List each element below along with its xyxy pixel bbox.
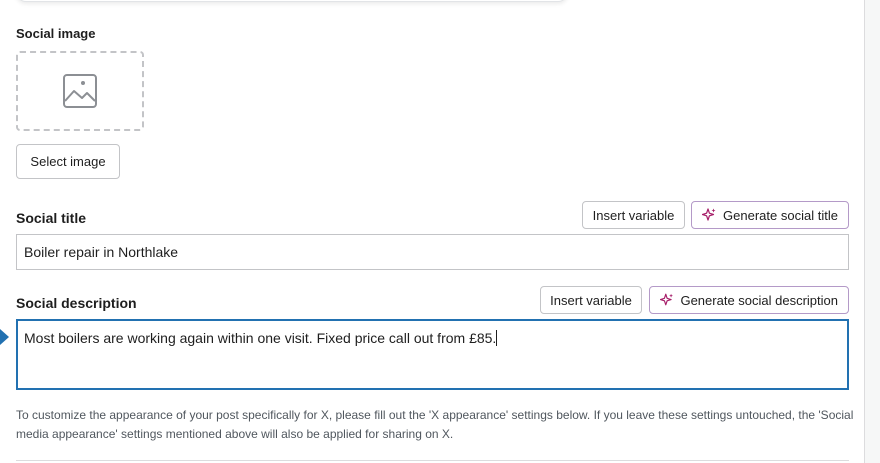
social-description-value: Most boilers are working again within on… [24,330,497,346]
generate-social-title-button[interactable]: Generate social title [691,201,849,229]
insert-variable-description-button[interactable]: Insert variable [540,286,642,314]
social-title-input[interactable]: Boiler repair in Northlake [16,234,849,270]
social-title-label: Social title [16,210,87,226]
generate-social-description-button[interactable]: Generate social description [649,286,849,314]
x-appearance-help-text: To customize the appearance of your post… [16,408,854,441]
social-description-label: Social description [16,295,137,311]
generate-social-description-label: Generate social description [680,292,838,308]
social-description-textarea[interactable]: Most boilers are working again within on… [16,319,849,390]
focus-indicator [0,329,9,345]
generate-social-title-label: Generate social title [723,207,838,223]
section-divider [16,460,849,461]
sparkle-icon [660,293,673,306]
social-image-placeholder[interactable] [16,51,144,131]
text-caret [496,330,498,346]
social-image-label: Social image [16,26,96,41]
insert-variable-title-button[interactable]: Insert variable [582,201,685,229]
sparkle-icon [702,208,716,221]
select-image-button[interactable]: Select image [16,144,120,179]
previous-card-edge [16,0,568,2]
image-placeholder-icon [63,74,97,108]
scrollbar-track[interactable] [864,0,880,463]
